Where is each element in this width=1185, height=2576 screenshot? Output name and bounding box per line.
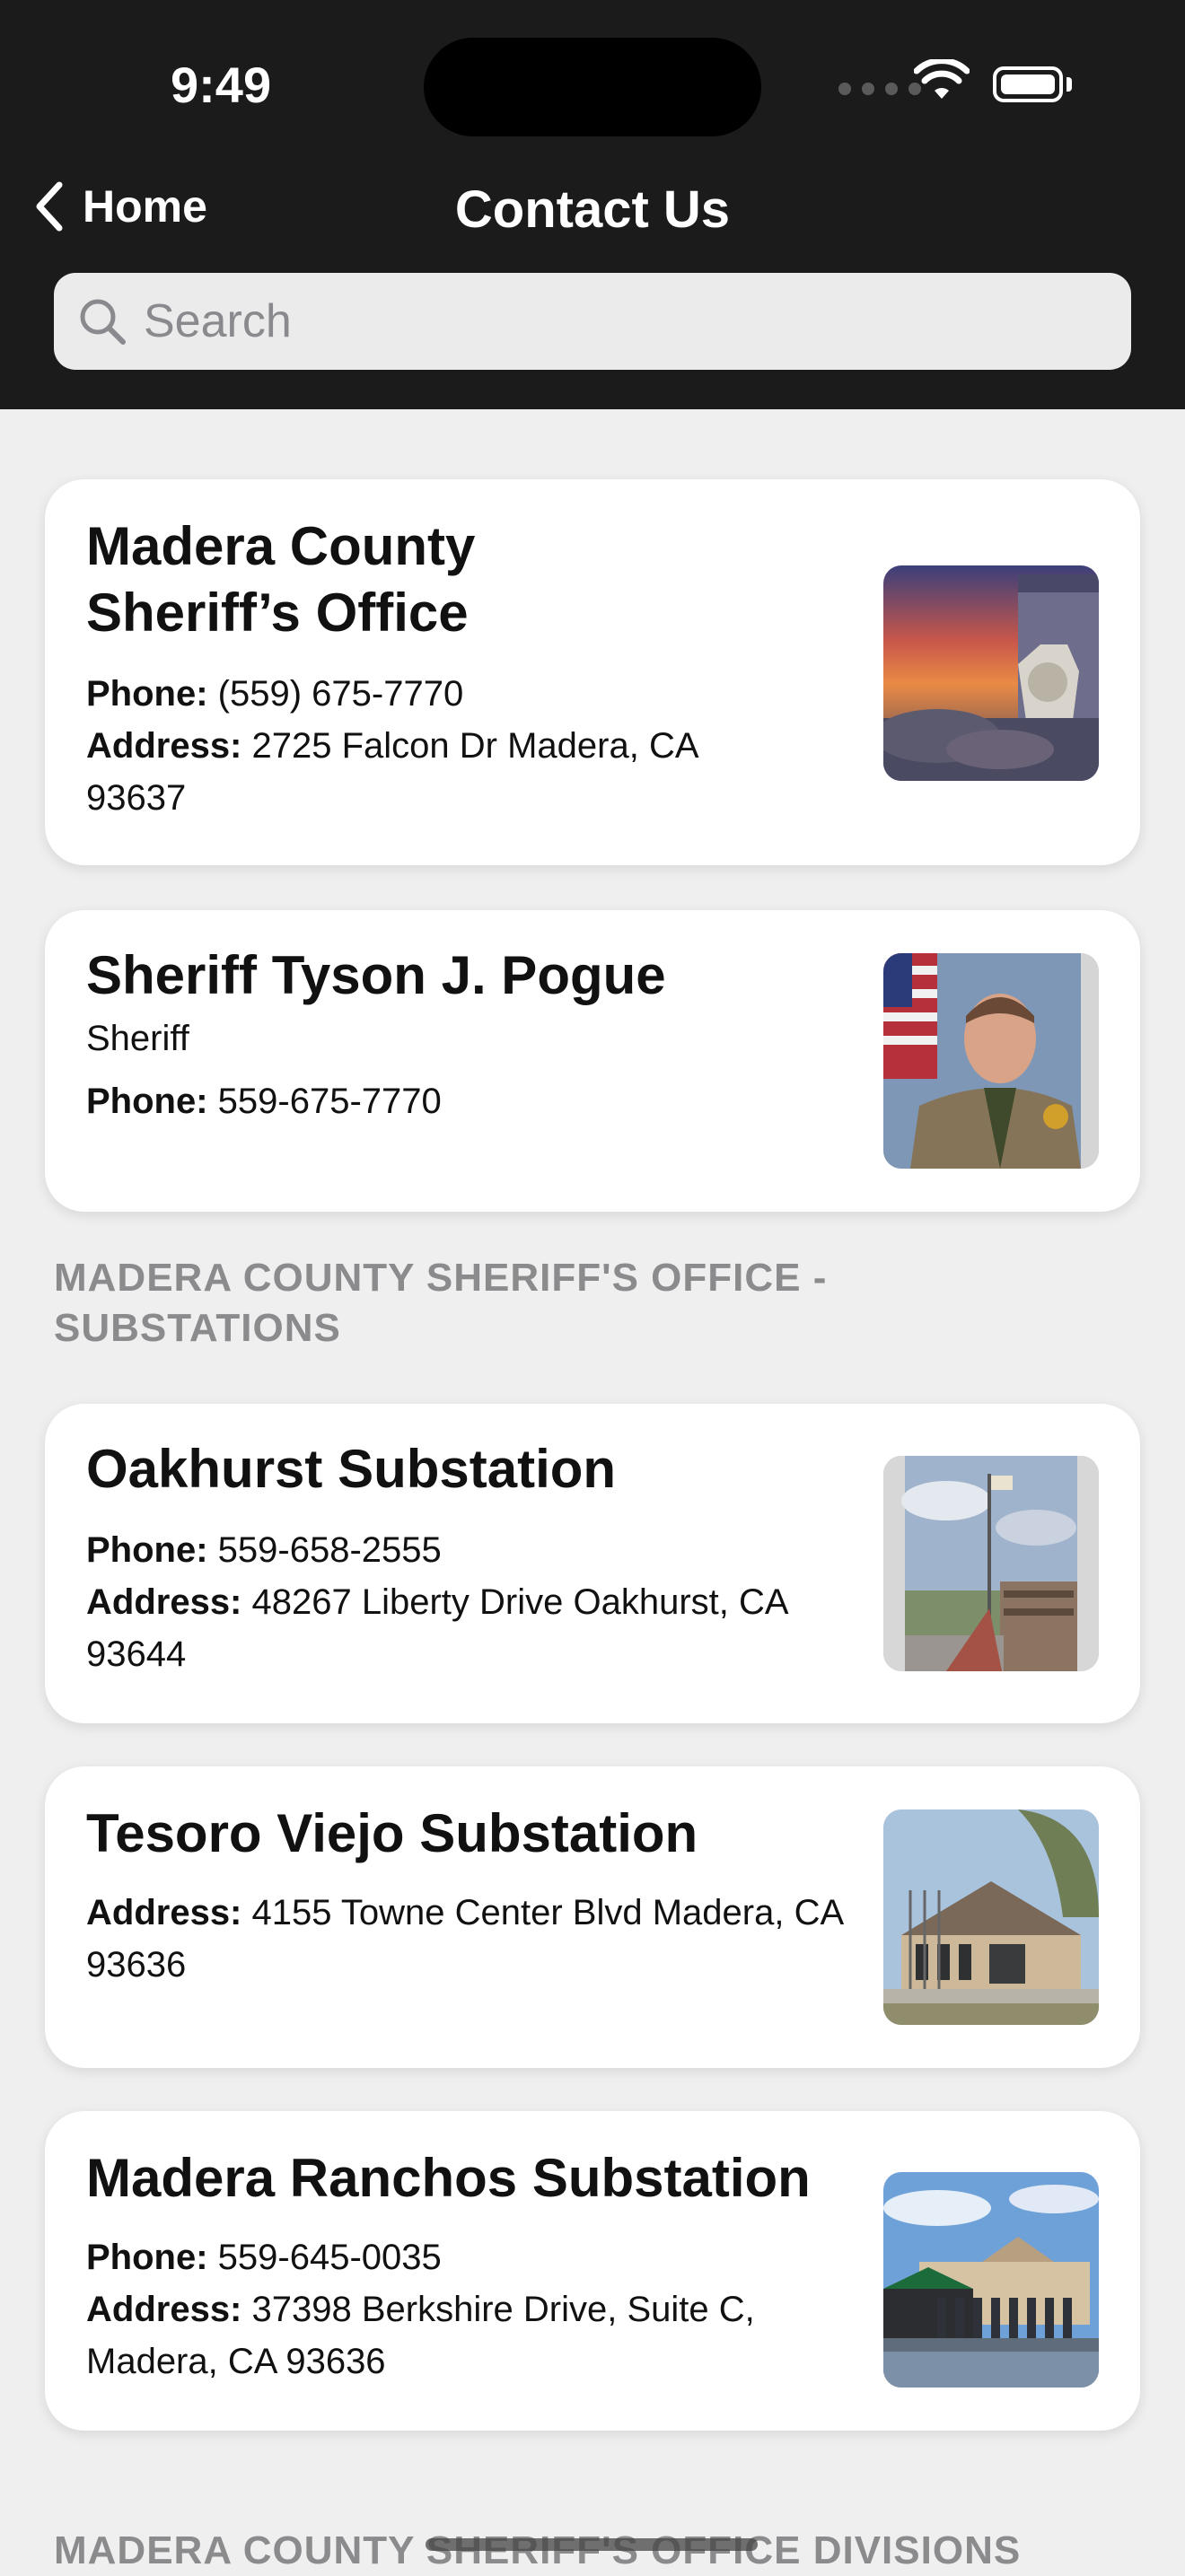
address-label: Address: [86, 1582, 242, 1622]
card-title: Madera County Sheriff’s Office [86, 516, 476, 643]
status-time: 9:49 [171, 57, 272, 113]
card-address[interactable]: Address: 48267 Liberty Drive Oakhurst, C… [86, 1576, 840, 1680]
search-input[interactable] [142, 294, 1131, 349]
tesoro-viejo-substation-photo [883, 1809, 1099, 2025]
phone-label: Phone: [86, 1082, 208, 1121]
card-phone[interactable]: Phone: 559-645-0035 [86, 2231, 876, 2283]
card-title: Sheriff Tyson J. Pogue [86, 945, 666, 1005]
card-subtitle: Sheriff [86, 1019, 189, 1058]
madera-ranchos-substation-photo [883, 2172, 1099, 2388]
phone-value: 559-658-2555 [217, 1530, 442, 1570]
battery-icon [993, 66, 1063, 102]
navigation-header: 9:49 Home Contact Us [0, 0, 1185, 409]
phone-label: Phone: [86, 674, 208, 714]
home-indicator[interactable] [426, 2538, 758, 2551]
card-phone[interactable]: Phone: (559) 675-7770 [86, 668, 876, 720]
card-title: Oakhurst Substation [86, 1439, 617, 1499]
address-label: Address: [86, 1893, 242, 1932]
contact-card-sheriffs-office[interactable]: Madera County Sheriff’s Office Phone: (5… [45, 479, 1140, 865]
page-title: Contact Us [454, 180, 731, 239]
section-header-substations: MADERA COUNTY SHERIFF'S OFFICE - SUBSTAT… [54, 1256, 828, 1350]
section-header-divisions: MADERA COUNTY SHERIFF'S OFFICE DIVISIONS [54, 2528, 1022, 2572]
card-title: Tesoro Viejo Substation [86, 1803, 698, 1863]
contact-card-sheriff[interactable]: Sheriff Tyson J. Pogue Sheriff Phone: 55… [45, 910, 1140, 1212]
phone-value: (559) 675-7770 [217, 674, 464, 714]
oakhurst-substation-photo [883, 1456, 1099, 1671]
contact-card-madera-ranchos[interactable]: Madera Ranchos Substation Phone: 559-645… [45, 2111, 1140, 2431]
sheriff-portrait-photo [883, 953, 1099, 1169]
cellular-signal-icon [838, 83, 921, 95]
address-label: Address: [86, 726, 242, 766]
search-bar[interactable] [54, 273, 1131, 370]
contact-card-tesoro-viejo[interactable]: Tesoro Viejo Substation Address: 4155 To… [45, 1766, 1140, 2068]
sheriffs-office-photo [883, 565, 1099, 781]
card-phone[interactable]: Phone: 559-675-7770 [86, 1075, 876, 1127]
phone-value: 559-645-0035 [217, 2238, 442, 2277]
card-address[interactable]: Address: 2725 Falcon Dr Madera, CA 93637 [86, 720, 733, 824]
wifi-icon [914, 59, 970, 99]
search-icon [80, 299, 126, 345]
phone-value: 559-675-7770 [217, 1082, 442, 1121]
card-address[interactable]: Address: 37398 Berkshire Drive, Suite C,… [86, 2283, 858, 2388]
phone-label: Phone: [86, 1530, 208, 1570]
phone-label: Phone: [86, 2238, 208, 2277]
card-title: Madera Ranchos Substation [86, 2148, 811, 2208]
card-address[interactable]: Address: 4155 Towne Center Blvd Madera, … [86, 1887, 876, 1991]
contact-card-oakhurst[interactable]: Oakhurst Substation Phone: 559-658-2555 … [45, 1404, 1140, 1723]
dynamic-island [424, 38, 761, 136]
card-phone[interactable]: Phone: 559-658-2555 [86, 1524, 876, 1576]
address-label: Address: [86, 2290, 242, 2329]
